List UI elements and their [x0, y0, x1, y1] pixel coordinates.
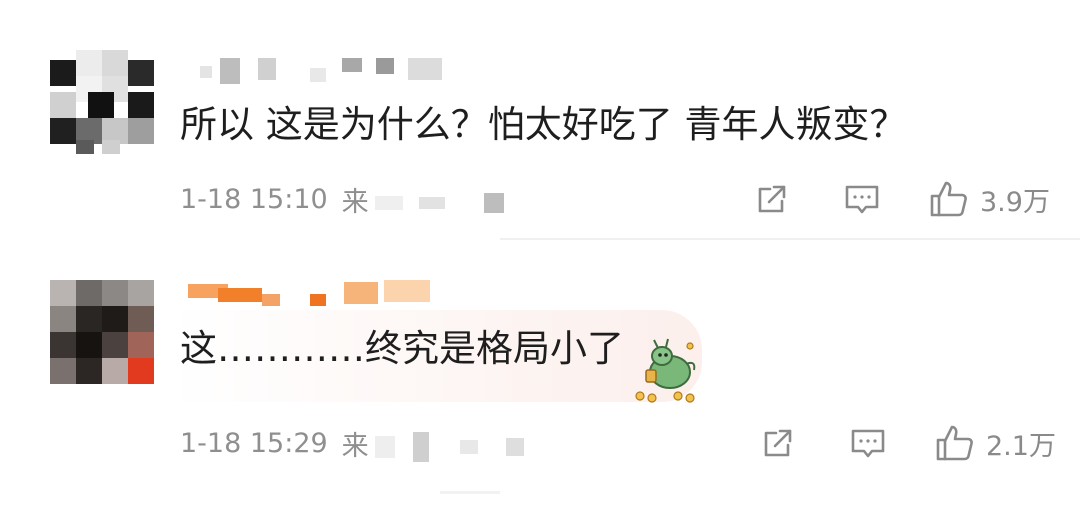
comment-icon: [848, 423, 888, 463]
comment-item[interactable]: 所以 这是为什么？怕太好吃了 青年人叛变？ 1-18 15:10 来 3.9万: [0, 0, 1080, 240]
blurred-source: [374, 187, 504, 213]
share-button[interactable]: [752, 178, 792, 220]
share-icon: [752, 179, 792, 219]
divider: [500, 238, 1080, 240]
thumbs-up-icon: [934, 422, 976, 464]
action-bar: 2.1万: [758, 422, 1078, 464]
avatar[interactable]: [50, 50, 154, 154]
reply-button[interactable]: [848, 422, 888, 464]
action-bar: 3.9万: [752, 178, 1072, 220]
share-button[interactable]: [758, 422, 798, 464]
timestamp: 1-18 15:10: [180, 184, 328, 215]
timestamp: 1-18 15:29: [180, 428, 328, 459]
username[interactable]: [200, 58, 450, 84]
comment-text: 所以 这是为什么？怕太好吃了 青年人叛变？: [180, 103, 907, 146]
comment-item[interactable]: 这…………终究是格局小了 1-18 15:29 来 2.1万: [0, 244, 1080, 508]
divider: [440, 491, 500, 494]
source-prefix: 来: [341, 187, 369, 218]
like-button[interactable]: 2.1万: [934, 422, 1056, 464]
thumbs-up-icon: [928, 178, 970, 220]
share-icon: [758, 423, 798, 463]
username[interactable]: [188, 280, 438, 306]
like-count: 2.1万: [986, 430, 1056, 462]
blurred-source: [374, 431, 525, 462]
source-prefix: 来: [341, 431, 369, 462]
comment-meta: 1-18 15:29 来: [180, 424, 525, 463]
avatar[interactable]: [50, 280, 154, 384]
reply-button[interactable]: [842, 178, 882, 220]
like-count: 3.9万: [980, 186, 1050, 218]
like-button[interactable]: 3.9万: [928, 178, 1050, 220]
comment-text: 这…………终究是格局小了: [180, 327, 624, 370]
comment-icon: [842, 179, 882, 219]
dragon-sticker: [630, 334, 706, 406]
comment-meta: 1-18 15:10 来: [180, 180, 504, 219]
